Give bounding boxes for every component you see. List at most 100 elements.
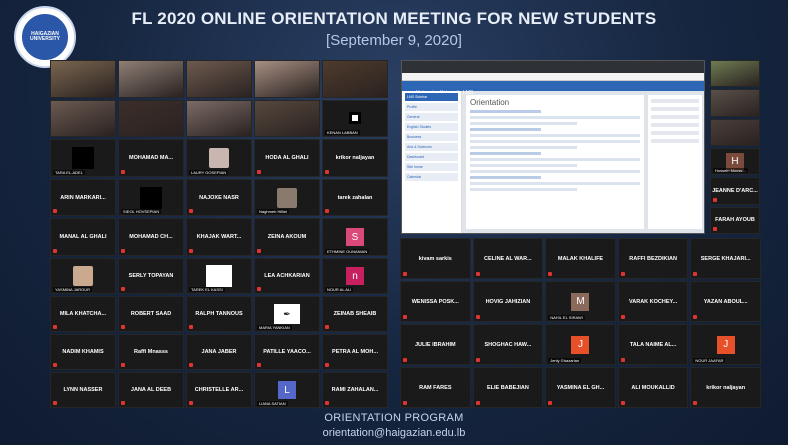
participant-tile[interactable]: YASMINA JAROUR bbox=[50, 258, 116, 294]
participant-name: MANAL AL GHALI bbox=[59, 234, 107, 241]
participant-tile[interactable]: Raffi Mnasss bbox=[118, 334, 184, 370]
participant-tile[interactable] bbox=[710, 118, 760, 146]
mic-muted-icon bbox=[403, 401, 407, 405]
participant-tile[interactable]: TARA EL-ADEL bbox=[50, 139, 116, 177]
participant-tile[interactable] bbox=[50, 99, 116, 138]
browser-url-bar bbox=[402, 73, 704, 81]
participant-tile[interactable]: HOVIG JAHIZIAN bbox=[472, 281, 544, 322]
participant-tile[interactable]: KHAJAK WART... bbox=[186, 218, 252, 256]
participant-tile[interactable]: LEA ACHKARIAN bbox=[254, 258, 320, 294]
participant-tile[interactable] bbox=[118, 99, 184, 138]
participant-tile[interactable] bbox=[50, 60, 116, 98]
participant-tile[interactable]: ROBERT SAAD bbox=[118, 296, 184, 332]
lms-nav-item[interactable]: Calendar bbox=[405, 173, 458, 181]
program-label: ORIENTATION PROGRAM bbox=[324, 412, 464, 424]
participant-tile[interactable]: MALAK KHALIFE bbox=[545, 238, 616, 279]
participant-tile[interactable] bbox=[186, 60, 252, 98]
participant-tile[interactable]: RAMI ZAHALAN... bbox=[322, 372, 388, 408]
mic-muted-icon bbox=[620, 315, 625, 319]
participant-tile[interactable]: RAFFI BEZDIKIAN bbox=[617, 238, 689, 279]
participant-tile[interactable]: RALPH TANNOUS bbox=[186, 296, 252, 332]
participant-tile[interactable]: CELINE AL WAR... bbox=[472, 238, 544, 279]
participant-tile[interactable]: S ETHMINE OUNANIAN bbox=[322, 218, 388, 256]
participant-tile[interactable]: YAZAN ABOUL... bbox=[690, 281, 761, 322]
participant-tile[interactable] bbox=[710, 89, 760, 117]
participant-tile[interactable]: kivam sarkis bbox=[400, 238, 471, 279]
lms-nav-item[interactable]: Arts & Sciences bbox=[405, 143, 458, 151]
participant-tile[interactable]: SERGE KHAJARI... bbox=[690, 238, 761, 279]
participant-tile[interactable]: NADIM KHAMIS bbox=[50, 334, 116, 370]
mic-muted-icon bbox=[620, 358, 625, 362]
participant-tile[interactable]: TALA NAIME AL... bbox=[617, 324, 689, 365]
participant-tile[interactable]: ✒ MARIA YANKIAN bbox=[254, 296, 320, 332]
participant-tile[interactable]: NAJOXE NASR bbox=[186, 178, 252, 217]
mic-muted-icon bbox=[121, 325, 125, 329]
participant-tile[interactable]: MANAL AL GHALI bbox=[50, 218, 116, 256]
participant-tile[interactable]: PATILLE YAACO... bbox=[254, 334, 320, 370]
participant-tile[interactable]: VARAK KOCHEY... bbox=[617, 281, 689, 322]
participant-tile[interactable]: MILA KHATCHA... bbox=[50, 296, 116, 332]
lms-nav-item[interactable]: Dashboard bbox=[405, 153, 458, 161]
participant-tile[interactable]: WENISSA POSK... bbox=[400, 281, 471, 322]
participant-tile[interactable]: LYNN NASSER bbox=[50, 372, 116, 408]
participant-tile[interactable] bbox=[710, 60, 760, 88]
participant-tile[interactable]: MOHAMAD MA... bbox=[118, 139, 184, 177]
participant-grid-bottom-right: kivam sarkis CELINE AL WAR... MALAK KHALIF… bbox=[400, 238, 761, 408]
participant-tile[interactable]: HODA AL GHALI bbox=[254, 139, 320, 177]
participant-tile[interactable]: SIEOL HOVSEPIAN bbox=[118, 178, 184, 217]
lms-nav-item[interactable]: LMS Sidebar bbox=[405, 93, 458, 101]
participant-name: FARAH AYOUB bbox=[715, 217, 755, 224]
participant-tile[interactable]: RAM FARES bbox=[400, 367, 471, 408]
participant-avatar: J bbox=[571, 335, 590, 354]
participant-tile[interactable]: J Jenly Ghazarian bbox=[545, 324, 616, 365]
participant-tile[interactable] bbox=[186, 99, 252, 138]
participant-tile[interactable]: KENAN LABBAN bbox=[322, 99, 388, 138]
participant-tile[interactable] bbox=[254, 99, 320, 138]
participant-tile[interactable]: SERLY TOPAYAN bbox=[118, 258, 184, 294]
participant-tile[interactable]: L LIANA SATIAN bbox=[254, 372, 320, 408]
participant-tile[interactable]: MOHAMAD CH... bbox=[118, 218, 184, 256]
participant-tile[interactable] bbox=[322, 60, 388, 98]
mic-muted-icon bbox=[257, 363, 261, 367]
participant-tile[interactable]: ELIE BABEJIAN bbox=[472, 367, 544, 408]
participant-tile[interactable]: YASMINA EL GH... bbox=[545, 367, 616, 408]
participant-name: WENISSA POSK... bbox=[411, 298, 459, 305]
participant-tile[interactable]: TAREK EL KASSI bbox=[186, 258, 252, 294]
participant-tile[interactable]: M NAHIL EL SIRAWI bbox=[545, 281, 616, 322]
participant-name: JULIE IBRAHIM bbox=[414, 341, 456, 348]
participant-tile[interactable]: ARIN MARKARI... bbox=[50, 178, 116, 217]
mic-muted-icon bbox=[713, 227, 717, 231]
lms-nav-item[interactable]: Profile bbox=[405, 103, 458, 111]
participant-tile[interactable]: PETRA AL MOH... bbox=[322, 334, 388, 370]
participant-tile[interactable]: J NOUR JAAFAR bbox=[690, 324, 761, 365]
participant-tile[interactable]: LAURY GOSEPIAN bbox=[186, 139, 252, 177]
participant-tile[interactable]: ALI MOUKALLID bbox=[617, 367, 689, 408]
participant-tile[interactable]: JULIE IBRAHIM bbox=[400, 324, 471, 365]
participant-tile[interactable]: H Hussein Mouss... bbox=[710, 148, 760, 176]
participant-tile[interactable] bbox=[254, 60, 320, 98]
participant-tile[interactable]: FARAH AYOUB bbox=[710, 206, 760, 234]
mic-muted-icon bbox=[548, 401, 553, 405]
participant-tile[interactable] bbox=[118, 60, 184, 98]
participant-tile[interactable]: ZEINA AKOUM bbox=[254, 218, 320, 256]
lms-nav-item[interactable]: Business bbox=[405, 133, 458, 141]
mic-muted-icon bbox=[325, 325, 329, 329]
participant-tile[interactable]: SHOGHAC HAW... bbox=[472, 324, 544, 365]
lms-nav-item[interactable]: General bbox=[405, 113, 458, 121]
lms-nav-item[interactable]: Site home bbox=[405, 163, 458, 171]
participant-tile[interactable]: JANA JABER bbox=[186, 334, 252, 370]
participant-tile[interactable]: n NOUR AL ALI bbox=[322, 258, 388, 294]
participant-tile[interactable]: CHRISTELLE AR... bbox=[186, 372, 252, 408]
lms-nav-item[interactable]: English Studies bbox=[405, 123, 458, 131]
participant-tile[interactable]: JEANNE D'ARC... bbox=[710, 177, 760, 205]
participant-tile[interactable]: krikor naljayan bbox=[322, 139, 388, 177]
mic-muted-icon bbox=[53, 248, 57, 253]
participant-tile[interactable]: JANA AL DEEB bbox=[118, 372, 184, 408]
mic-muted-icon bbox=[693, 315, 698, 319]
lms-main-content: Orientation bbox=[466, 95, 644, 229]
participant-tile[interactable]: tarek zahalan bbox=[322, 178, 388, 217]
participant-tile[interactable]: ZEINAB SHEAIB bbox=[322, 296, 388, 332]
participant-name: SHOGHAC HAW... bbox=[484, 341, 532, 348]
participant-tile[interactable]: Naghmeh Hilliel bbox=[254, 178, 320, 217]
participant-tile[interactable]: krikor naljayan bbox=[690, 367, 761, 408]
